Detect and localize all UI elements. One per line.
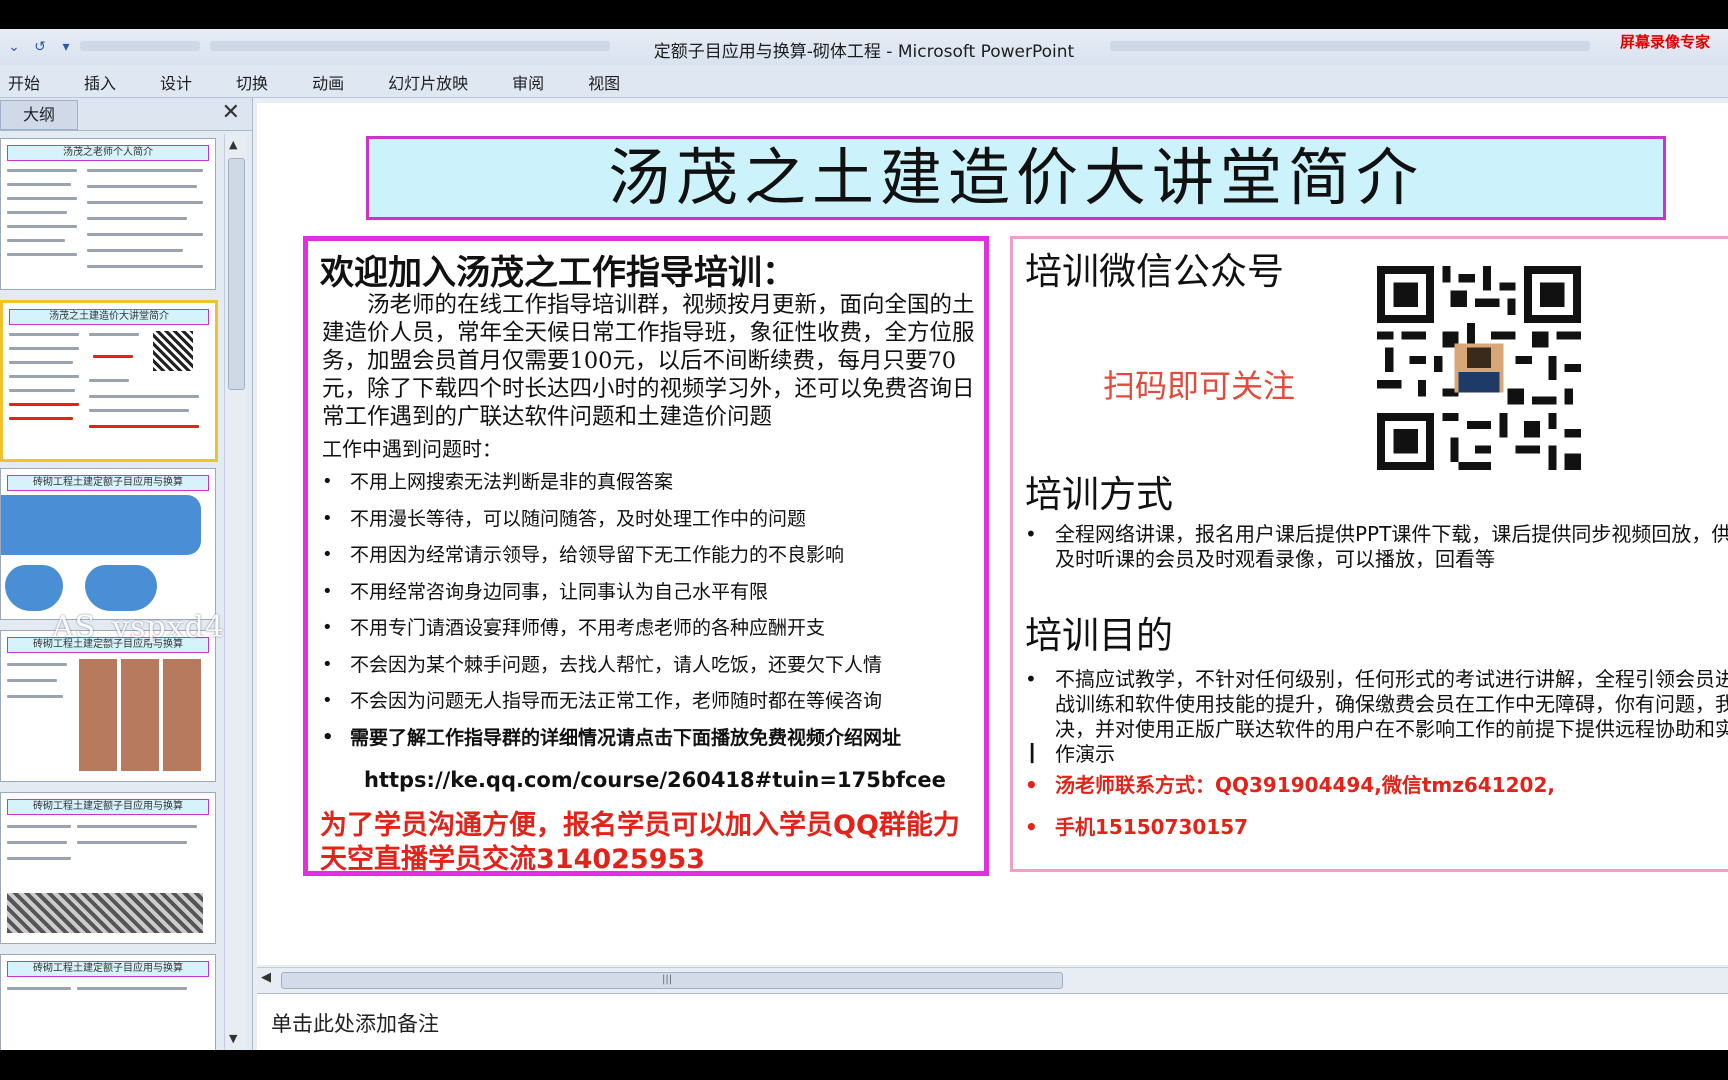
scrollbar-thumb[interactable] [228,158,245,390]
ribbon: 开始 插入 设计 切换 动画 幻灯片放映 审阅 视图 [0,65,1728,98]
benefit-list: 不用上网搜索无法判断是非的真假答案 不用漫长等待，可以随问随答，及时处理工作中的… [322,471,982,763]
scroll-down-icon[interactable]: ▼ [229,1032,237,1045]
thumbnails-scrollbar[interactable]: ▲ ▼ [224,134,247,1050]
tab-animations[interactable]: 动画 [310,70,362,94]
training-method-list: 全程网络讲课，报名用户课后提供PPT课件下载，课后提供同步视频回放，供没有及时听… [1025,522,1728,572]
list-item: 需要了解工作指导群的详细情况请点击下面播放免费视频介绍网址 [322,727,982,764]
tab-view[interactable]: 视图 [586,70,638,94]
thumbnail-banner [1,495,201,555]
problems-subheading: 工作中遇到问题时： [322,437,502,461]
close-icon[interactable]: ✕ [222,100,240,125]
course-url[interactable]: https://ke.qq.com/course/260418#tuin=175… [364,768,946,792]
list-item: 不用上网搜索无法判断是非的真假答案 [322,471,982,508]
qr-code-thumbnail [153,331,193,371]
tab-design[interactable]: 设计 [158,70,210,94]
wechat-heading: 培训微信公众号 [1025,250,1284,293]
list-item: 不用专门请酒设宴拜师傅，不用考虑老师的各种应酬开支 [322,617,982,654]
recorder-watermark: 屏幕录像专家 [1619,33,1710,51]
slide-canvas[interactable]: 汤茂之土建造价大讲堂简介 欢迎加入汤茂之工作指导培训： 汤老师的在线工作指导培训… [257,103,1728,965]
list-item: 不搞应试教学，不针对任何级别，任何形式的考试进行讲解，全程引领会员进行实战训练和… [1025,667,1728,767]
contact-qq-wechat: 汤老师联系方式：QQ391904494,微信tmz641202, [1025,773,1728,815]
slide-thumbnail[interactable]: 砖砌工程土建定额子目应用与换算 [0,468,216,620]
tab-home[interactable]: 开始 [6,70,58,94]
thumbnail-title: 汤茂之土建造价大讲堂简介 [9,309,209,325]
contact-phone: 手机15150730157 [1025,815,1728,857]
slide-title[interactable]: 汤茂之土建造价大讲堂简介 [366,136,1666,220]
thumbnail-title: 砖砌工程土建定额子目应用与换算 [7,475,209,491]
scan-prompt: 扫码即可关注 [1103,367,1296,405]
slide-thumbnail[interactable]: 砖砌工程土建定额子目应用与换算 [0,630,216,782]
title-bar: ⌄ ↺ ▾ 定额子目应用与换算-砌体工程 - Microsoft PowerPo… [0,29,1728,65]
slide-thumbnails: 汤茂之老师个人简介 汤茂之土建造价大讲堂简介 砖砌工程土建定额子目应用与换算 砖… [0,134,220,1050]
scroll-left-icon[interactable]: ◀ [261,970,271,985]
welcome-heading: 欢迎加入汤茂之工作指导培训： [320,253,796,293]
left-content-box[interactable]: 欢迎加入汤茂之工作指导培训： 汤老师的在线工作指导培训群，视频按月更新，面向全国… [303,236,989,876]
heart-shape [5,565,63,611]
list-item: 全程网络讲课，报名用户课后提供PPT课件下载，课后提供同步视频回放，供没有及时听… [1025,522,1728,572]
slide-thumbnail-selected[interactable]: 汤茂之土建造价大讲堂简介 [0,300,218,462]
powerpoint-window: ⌄ ↺ ▾ 定额子目应用与换算-砌体工程 - Microsoft PowerPo… [0,29,1728,1050]
notes-placeholder[interactable]: 单击此处添加备注 [271,1008,439,1038]
training-method-heading: 培训方式 [1025,473,1173,516]
scroll-up-icon[interactable]: ▲ [229,138,237,151]
contact-list: 汤老师联系方式：QQ391904494,微信tmz641202, 手机15150… [1025,773,1728,857]
qr-code-image [1377,266,1581,470]
right-content-box[interactable]: 培训微信公众号 扫码即可关注 培训方式 • 全程网络讲课，报名用户课后提供PPT… [1010,236,1728,872]
thumbnail-title: 汤茂之老师个人简介 [7,145,209,161]
tab-slideshow[interactable]: 幻灯片放映 [386,70,486,94]
list-item: 不会因为问题无人指导而无法正常工作，老师随时都在等候咨询 [322,690,982,727]
window-title: 定额子目应用与换算-砌体工程 - Microsoft PowerPoint [653,42,1075,62]
slide-thumbnail[interactable]: 汤茂之老师个人简介 [0,138,216,290]
tab-transitions[interactable]: 切换 [234,70,286,94]
ribbon-tabs: 开始 插入 设计 切换 动画 幻灯片放映 审阅 视图 [6,70,662,94]
slides-panel-header: 大纲 ✕ [0,98,252,131]
tab-outline[interactable]: 大纲 [0,100,78,130]
list-item: 不用因为经常请示领导，给领导留下无工作能力的不良影响 [322,544,982,581]
block-images [7,893,203,933]
list-item: 不用漫长等待，可以随问随答，及时处理工作中的问题 [322,508,982,545]
training-purpose-heading: 培训目的 [1025,614,1173,657]
tab-review[interactable]: 审阅 [510,70,562,94]
thumbnail-title: 砖砌工程土建定额子目应用与换算 [7,799,209,815]
notes-pane[interactable]: 单击此处添加备注 [257,993,1728,1050]
brick-images [79,659,203,771]
slide-thumbnail[interactable]: 砖砌工程土建定额子目应用与换算 [0,792,216,944]
thumbnail-title: 砖砌工程土建定额子目应用与换算 [7,961,209,977]
list-item: 不会因为某个棘手问题，去找人帮忙，请人吃饭，还要欠下人情 [322,654,982,691]
slide-scrollbar[interactable]: ◀ ||| [257,967,1728,992]
recording-watermark: AS_vspxd4 [52,610,225,645]
slides-panel: 大纲 ✕ 汤茂之老师个人简介 汤茂之土建造价大讲堂简介 砖砌工程土建定额子目应用… [0,98,253,1050]
intro-paragraph: 汤老师的在线工作指导培训群，视频按月更新，面向全国的土建造价人员，常年全天候日常… [322,292,975,430]
list-item: 不用经常咨询身边同事，让同事认为自己水平有限 [322,581,982,618]
tab-insert[interactable]: 插入 [82,70,134,94]
slide-thumbnail[interactable]: 砖砌工程土建定额子目应用与换算 [0,954,216,1050]
heart-shape [85,565,157,611]
scrollbar-thumb[interactable]: ||| [281,972,1063,989]
qq-group-note: 为了学员沟通方便，报名学员可以加入学员QQ群能力天空直播学员交流31402595… [320,810,960,875]
grip-icon: ||| [662,974,673,985]
text-cursor-icon: I [1028,737,1037,770]
training-purpose-list: 不搞应试教学，不针对任何级别，任何形式的考试进行讲解，全程引领会员进行实战训练和… [1025,667,1728,767]
